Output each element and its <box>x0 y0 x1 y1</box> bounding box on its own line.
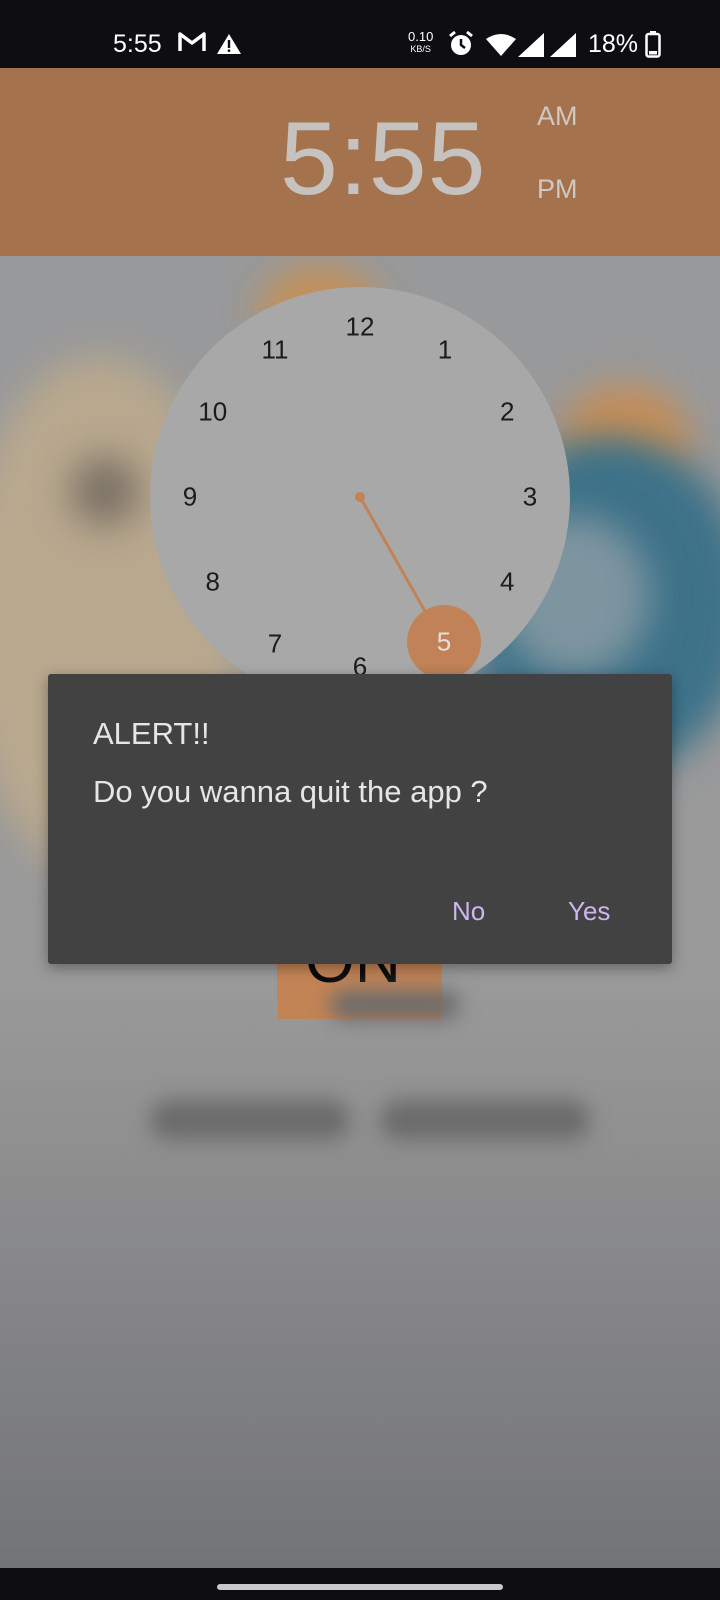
wifi-icon <box>486 34 516 61</box>
battery-icon <box>645 31 661 63</box>
clock-number-10[interactable]: 10 <box>198 397 227 428</box>
no-button[interactable]: No <box>452 896 485 927</box>
battery-percent: 18% <box>588 30 639 58</box>
alarm-icon <box>447 30 475 63</box>
signal-icon <box>518 33 544 62</box>
net-speed: 0.10 KB/S <box>408 29 434 55</box>
dialog-message: Do you wanna quit the app ? <box>93 774 488 809</box>
clock-face[interactable] <box>150 287 570 707</box>
yes-button[interactable]: Yes <box>568 896 610 927</box>
bg-decoration <box>330 990 460 1020</box>
gmail-icon <box>178 31 206 58</box>
blurred-text <box>380 1100 590 1140</box>
pm-toggle[interactable]: PM <box>537 174 578 205</box>
status-time: 5:55 <box>113 30 162 58</box>
alert-dialog: ALERT!! Do you wanna quit the app ? No Y… <box>48 674 672 964</box>
net-speed-unit: KB/S <box>410 44 431 54</box>
clock-number-4[interactable]: 4 <box>500 567 514 598</box>
signal-icon <box>550 33 576 62</box>
clock-number-3[interactable]: 3 <box>523 482 537 513</box>
net-speed-value: 0.10 <box>408 29 434 44</box>
clock-number-9[interactable]: 9 <box>183 482 197 513</box>
clock-number-1[interactable]: 1 <box>438 334 452 365</box>
time-display[interactable]: 5:55 <box>280 100 486 219</box>
bg-decoration <box>70 456 140 526</box>
clock-number-12[interactable]: 12 <box>346 312 375 343</box>
blurred-text <box>150 1100 350 1140</box>
home-gesture-handle[interactable] <box>217 1584 503 1590</box>
selected-hour[interactable]: 5 <box>437 627 451 658</box>
dialog-title: ALERT!! <box>93 716 210 751</box>
status-bar: 5:55 0.10 KB/S 18% <box>0 0 720 68</box>
clock-number-2[interactable]: 2 <box>500 397 514 428</box>
clock-number-11[interactable]: 11 <box>262 334 289 365</box>
clock-number-7[interactable]: 7 <box>268 629 282 660</box>
clock-number-8[interactable]: 8 <box>206 567 220 598</box>
warning-icon <box>216 33 242 60</box>
am-toggle[interactable]: AM <box>537 101 578 132</box>
